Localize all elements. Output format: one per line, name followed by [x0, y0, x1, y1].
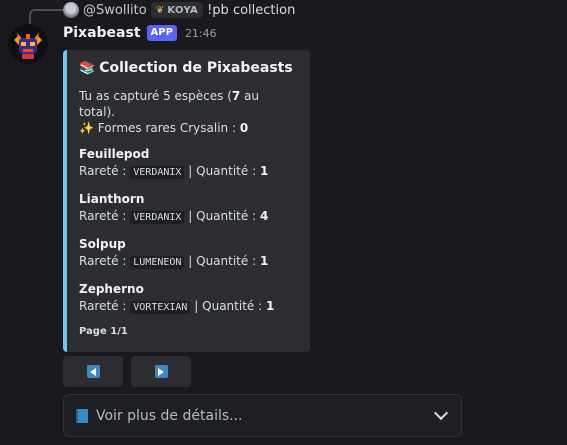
collection-embed: 📚 Collection de Pixabeasts Tu as capturé… [63, 50, 310, 352]
beast-name: Lianthorn [79, 192, 145, 206]
replied-message-text[interactable]: !pb collection [207, 3, 295, 18]
message-header: Pixabeast APP 21:46 [63, 23, 217, 43]
timestamp[interactable]: 21:46 [185, 27, 217, 40]
replied-username[interactable]: @Swollito [83, 3, 147, 18]
replied-user-avatar[interactable] [63, 2, 79, 18]
beast-details: Rareté : LUMENEON | Quantité : 1 [79, 253, 298, 271]
beast-name: Feuillepod [79, 147, 150, 161]
select-placeholder: Voir plus de détails... [96, 407, 243, 424]
beast-details: Rareté : VERDANIX | Quantité : 1 [79, 163, 298, 181]
author-name[interactable]: Pixabeast [63, 25, 141, 41]
quantity-label: | Quantité : [188, 254, 257, 268]
collection-entry: Lianthorn Rareté : VERDANIX | Quantité :… [79, 191, 298, 226]
arrow-left-icon [86, 365, 100, 378]
rarity-label: Rareté : [79, 209, 127, 223]
beast-name: Zepherno [79, 282, 144, 296]
rarity-code: VERDANIX [130, 166, 185, 179]
rarity-label: Rareté : [79, 299, 127, 313]
books-icon: 📚 [79, 60, 96, 76]
rarity-label: Rareté : [79, 164, 127, 178]
pixabeast-avatar-icon [8, 24, 48, 64]
embed-title-text: Collection de Pixabeasts [99, 60, 293, 76]
arrow-right-icon [154, 365, 168, 378]
rarity-code: VERDANIX [130, 211, 185, 224]
guild-tag-label: KOYA [167, 4, 199, 16]
leaf-icon: ❦ [155, 4, 165, 16]
rare-count: 0 [239, 121, 249, 135]
next-page-button[interactable] [131, 356, 191, 387]
quantity-label: | Quantité : [188, 164, 257, 178]
guild-tag[interactable]: ❦ KOYA [150, 2, 204, 18]
blue-book-icon [76, 408, 88, 423]
quantity-label: | Quantité : [188, 209, 257, 223]
beast-details: Rareté : VORTEXIAN | Quantité : 1 [79, 298, 298, 316]
rare-forms: ✨ Formes rares Crysalin : 0 [79, 120, 298, 136]
rarity-label: Rareté : [79, 254, 127, 268]
capture-summary: Tu as capturé 5 espèces (7 au total). [79, 88, 298, 120]
quantity-value: 4 [259, 209, 269, 223]
quantity-value: 1 [259, 254, 269, 268]
rarity-code: VORTEXIAN [130, 301, 191, 314]
collection-entry: Solpup Rareté : LUMENEON | Quantité : 1 [79, 236, 298, 271]
quantity-value: 1 [265, 299, 275, 313]
beast-details: Rareté : VERDANIX | Quantité : 4 [79, 208, 298, 226]
collection-entry: Feuillepod Rareté : VERDANIX | Quantité … [79, 146, 298, 181]
quantity-label: | Quantité : [194, 299, 263, 313]
previous-page-button[interactable] [63, 356, 123, 387]
collection-entry: Zepherno Rareté : VORTEXIAN | Quantité :… [79, 281, 298, 316]
reply-reference[interactable]: @Swollito ❦ KOYA !pb collection [63, 1, 295, 19]
rare-label: Formes rares Crysalin : [97, 121, 240, 135]
details-select-menu[interactable]: Voir plus de détails... [63, 394, 462, 437]
chevron-down-icon [433, 405, 449, 421]
sparkles-icon: ✨ [79, 121, 94, 135]
embed-title: 📚 Collection de Pixabeasts [79, 60, 298, 76]
reply-connector [29, 9, 63, 25]
bot-avatar[interactable] [8, 24, 48, 64]
beast-name: Solpup [79, 237, 126, 251]
rarity-code: LUMENEON [130, 256, 185, 269]
summary-prefix: Tu as capturé 5 espèces ( [79, 89, 232, 103]
app-badge: APP [146, 25, 177, 41]
embed-description: Tu as capturé 5 espèces (7 au total). ✨ … [79, 88, 298, 136]
summary-total: 7 [231, 89, 241, 103]
embed-footer: Page 1/1 [79, 326, 128, 337]
quantity-value: 1 [259, 164, 269, 178]
